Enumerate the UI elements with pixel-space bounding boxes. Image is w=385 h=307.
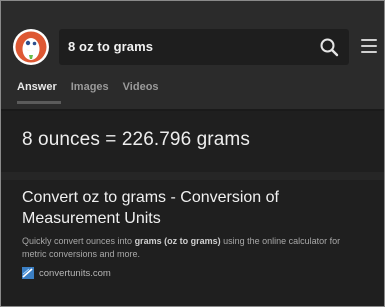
tab-answer[interactable]: Answer [17, 77, 57, 97]
answer-divider [1, 172, 384, 180]
header-divider [1, 109, 384, 111]
app-frame: 8 oz to grams Answer Images Videos 8 oun… [0, 0, 385, 307]
active-tab-indicator [17, 101, 61, 104]
result-snippet: Quickly convert ounces into grams (oz to… [22, 235, 362, 261]
duckduckgo-logo-icon[interactable] [12, 28, 50, 66]
result-site[interactable]: convertunits.com [22, 267, 362, 279]
tab-videos[interactable]: Videos [123, 77, 159, 97]
search-box[interactable]: 8 oz to grams [59, 29, 349, 65]
search-input[interactable]: 8 oz to grams [68, 29, 153, 65]
instant-answer: 8 ounces = 226.796 grams [22, 129, 250, 150]
header: 8 oz to grams Answer Images Videos [1, 1, 384, 111]
tab-images[interactable]: Images [71, 77, 109, 97]
search-icon[interactable] [319, 37, 339, 57]
convertunits-favicon-icon [22, 267, 34, 279]
snippet-text: Quickly convert ounces into [22, 236, 135, 246]
snippet-highlight: grams (oz to grams) [134, 236, 221, 246]
result-site-url[interactable]: convertunits.com [39, 268, 111, 279]
tab-bar: Answer Images Videos [17, 77, 159, 97]
search-result: Convert oz to grams - Conversion of Meas… [22, 187, 362, 279]
result-title-link[interactable]: Convert oz to grams - Conversion of Meas… [22, 187, 362, 229]
hamburger-menu-icon[interactable] [361, 39, 377, 53]
